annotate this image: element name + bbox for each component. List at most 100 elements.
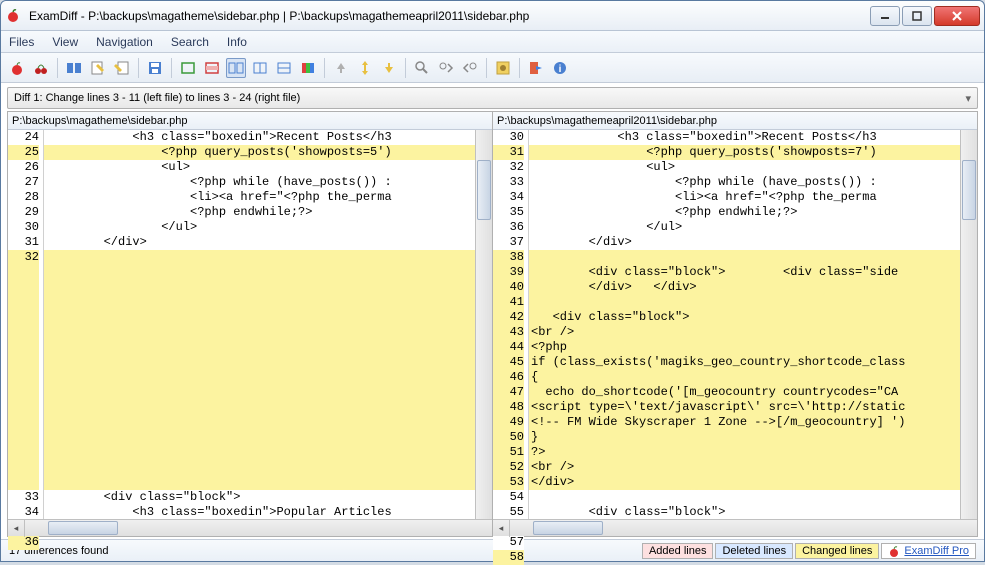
code-line[interactable]: <ul>	[529, 160, 960, 175]
toolbar: i	[1, 53, 984, 83]
code-line[interactable]: <?php query_posts('showposts=5')	[44, 145, 475, 160]
code-line[interactable]	[44, 355, 475, 370]
code-line[interactable]	[44, 415, 475, 430]
find-next-icon[interactable]	[436, 58, 456, 78]
cherry-icon[interactable]	[31, 58, 51, 78]
code-line[interactable]: <div class="block">	[44, 490, 475, 505]
find-prev-icon[interactable]	[460, 58, 480, 78]
minimize-button[interactable]	[870, 6, 900, 26]
left-code[interactable]: <h3 class="boxedin">Recent Posts</h3 <?p…	[44, 130, 475, 519]
code-line[interactable]: <br />	[529, 460, 960, 475]
scroll-left-icon[interactable]: ◂	[493, 520, 510, 537]
maximize-button[interactable]	[902, 6, 932, 26]
code-line[interactable]: <script type=\'text/javascript\' src=\'h…	[529, 400, 960, 415]
save-icon[interactable]	[145, 58, 165, 78]
separator	[57, 58, 58, 78]
code-line[interactable]	[529, 490, 960, 505]
code-line[interactable]: <!-- FM Wide Skyscraper 1 Zone -->[/m_ge…	[529, 415, 960, 430]
scrollbar-thumb[interactable]	[477, 160, 491, 220]
code-line[interactable]: </div>	[44, 235, 475, 250]
arrow-updown-icon[interactable]	[355, 58, 375, 78]
exit-icon[interactable]	[526, 58, 546, 78]
arrow-down-icon[interactable]	[379, 58, 399, 78]
code-line[interactable]	[529, 250, 960, 265]
code-line[interactable]: <?php endwhile;?>	[529, 205, 960, 220]
code-line[interactable]: <li><a href="<?php the_perma	[44, 190, 475, 205]
apple-icon[interactable]	[7, 58, 27, 78]
menu-view[interactable]: View	[52, 35, 78, 49]
code-line[interactable]	[44, 250, 475, 265]
code-line[interactable]: <li><a href="<?php the_perma	[529, 190, 960, 205]
code-line[interactable]	[529, 295, 960, 310]
code-line[interactable]	[44, 475, 475, 490]
view-horizontal-icon[interactable]	[274, 58, 294, 78]
left-horizontal-scrollbar[interactable]: ◂	[8, 519, 492, 536]
code-line[interactable]: <h3 class="boxedin">Popular Articles	[44, 505, 475, 519]
code-line[interactable]: echo do_shortcode('[m_geocountry country…	[529, 385, 960, 400]
code-line[interactable]	[44, 280, 475, 295]
edit-left-icon[interactable]	[88, 58, 108, 78]
code-line[interactable]: </div>	[529, 235, 960, 250]
menu-info[interactable]: Info	[227, 35, 247, 49]
edit-right-icon[interactable]	[112, 58, 132, 78]
code-line[interactable]: </ul>	[529, 220, 960, 235]
view-changes-icon[interactable]	[202, 58, 222, 78]
close-button[interactable]	[934, 6, 980, 26]
code-line[interactable]	[44, 325, 475, 340]
scrollbar-thumb[interactable]	[533, 521, 603, 535]
code-line[interactable]: <h3 class="boxedin">Recent Posts</h3	[529, 130, 960, 145]
code-line[interactable]: <?php	[529, 340, 960, 355]
code-line[interactable]: <?php while (have_posts()) :	[529, 175, 960, 190]
code-line[interactable]	[44, 445, 475, 460]
code-line[interactable]: <h3 class="boxedin">Recent Posts</h3	[44, 130, 475, 145]
code-line[interactable]	[44, 265, 475, 280]
code-line[interactable]: {	[529, 370, 960, 385]
compare-icon[interactable]	[64, 58, 84, 78]
code-line[interactable]: <div class="block"> <div class="side	[529, 265, 960, 280]
view-colors-icon[interactable]	[298, 58, 318, 78]
right-vertical-scrollbar[interactable]	[960, 130, 977, 519]
code-line[interactable]: <?php while (have_posts()) :	[44, 175, 475, 190]
code-line[interactable]: <br />	[529, 325, 960, 340]
code-line[interactable]	[44, 310, 475, 325]
options-icon[interactable]	[493, 58, 513, 78]
arrow-up-icon[interactable]	[331, 58, 351, 78]
menu-search[interactable]: Search	[171, 35, 209, 49]
code-line[interactable]	[44, 370, 475, 385]
menu-navigation[interactable]: Navigation	[96, 35, 153, 49]
menu-files[interactable]: Files	[9, 35, 34, 49]
info-icon[interactable]: i	[550, 58, 570, 78]
code-line[interactable]: </div> </div>	[529, 280, 960, 295]
brand-link[interactable]: ExamDiff Pro	[881, 543, 976, 559]
line-number: 39	[493, 265, 524, 280]
code-line[interactable]	[44, 430, 475, 445]
scroll-left-icon[interactable]: ◂	[8, 520, 25, 537]
code-line[interactable]: <?php endwhile;?>	[44, 205, 475, 220]
code-line[interactable]: <div class="block">	[529, 310, 960, 325]
code-line[interactable]	[44, 340, 475, 355]
diff-summary-bar[interactable]: Diff 1: Change lines 3 - 11 (left file) …	[7, 87, 978, 109]
code-line[interactable]: <div class="block">	[529, 505, 960, 519]
right-code[interactable]: <h3 class="boxedin">Recent Posts</h3 <?p…	[529, 130, 960, 519]
chevron-down-icon[interactable]: ▾	[965, 92, 971, 105]
code-line[interactable]: <ul>	[44, 160, 475, 175]
code-line[interactable]: <?php query_posts('showposts=7')	[529, 145, 960, 160]
view-vertical-icon[interactable]	[250, 58, 270, 78]
code-line[interactable]	[44, 460, 475, 475]
code-line[interactable]: </ul>	[44, 220, 475, 235]
code-line[interactable]	[44, 385, 475, 400]
right-horizontal-scrollbar[interactable]: ◂	[493, 519, 977, 536]
find-icon[interactable]	[412, 58, 432, 78]
code-line[interactable]	[44, 400, 475, 415]
scrollbar-thumb[interactable]	[48, 521, 118, 535]
scrollbar-thumb[interactable]	[962, 160, 976, 220]
view-sidebyside-icon[interactable]	[226, 58, 246, 78]
left-vertical-scrollbar[interactable]	[475, 130, 492, 519]
code-line[interactable]: </div>	[529, 475, 960, 490]
titlebar[interactable]: ExamDiff - P:\backups\magatheme\sidebar.…	[1, 1, 984, 31]
code-line[interactable]	[44, 295, 475, 310]
code-line[interactable]: ?>	[529, 445, 960, 460]
code-line[interactable]: if (class_exists('magiks_geo_country_sho…	[529, 355, 960, 370]
view-single-icon[interactable]	[178, 58, 198, 78]
code-line[interactable]: }	[529, 430, 960, 445]
